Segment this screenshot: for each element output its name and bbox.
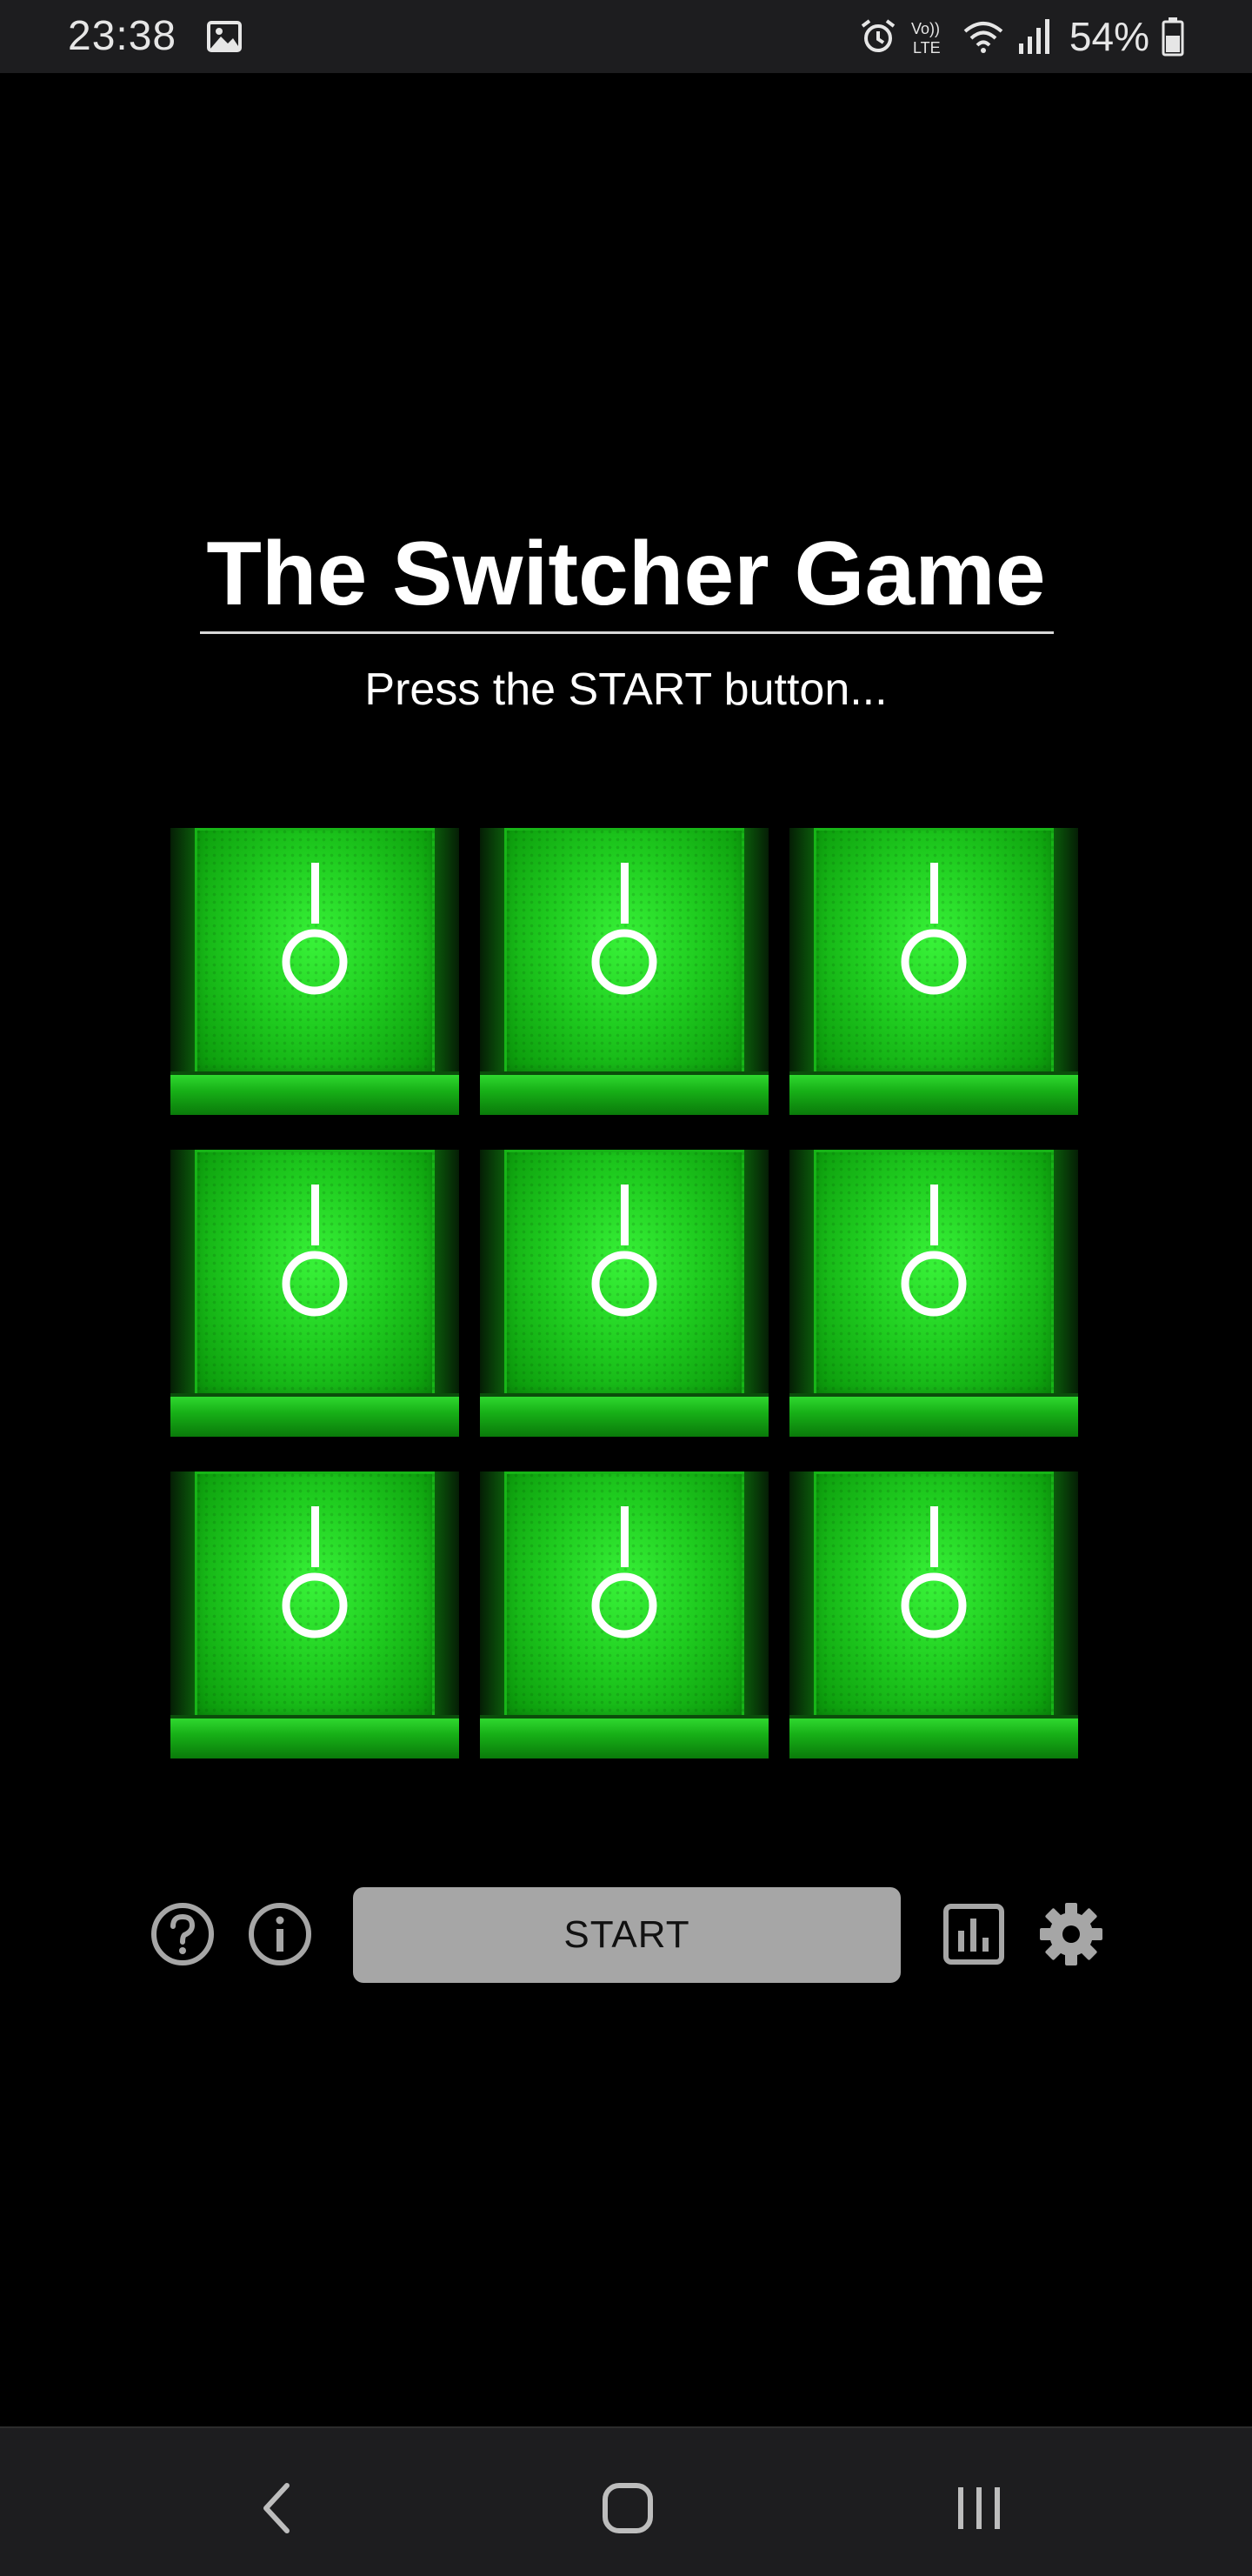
status-time: 23:38: [68, 13, 177, 59]
switch-side: [435, 1472, 459, 1724]
title-underline: [200, 631, 1054, 634]
power-symbol-icon: [591, 863, 657, 995]
svg-text:LTE: LTE: [913, 39, 941, 57]
status-bar: 23:38 Vo)) LTE 54%: [0, 0, 1252, 73]
help-icon[interactable]: [150, 1901, 216, 1967]
switch-6[interactable]: [789, 1145, 1078, 1437]
volte-icon: Vo)) LTE: [911, 20, 941, 57]
switch-grid: [170, 823, 1082, 1758]
switch-side: [480, 828, 504, 1080]
switch-5[interactable]: [480, 1145, 769, 1437]
power-symbol-icon: [901, 863, 967, 995]
recents-icon[interactable]: [944, 2473, 1014, 2543]
switch-side: [789, 1150, 814, 1402]
switch-side: [1054, 1150, 1078, 1402]
start-button[interactable]: START: [353, 1887, 901, 1983]
signal-icon: [1018, 19, 1049, 54]
switch-side: [789, 828, 814, 1080]
navigation-bar: [0, 2426, 1252, 2576]
switch-3[interactable]: [789, 823, 1078, 1115]
battery-icon: [1162, 17, 1184, 57]
switch-base: [480, 1393, 769, 1437]
switch-side: [744, 828, 769, 1080]
power-symbol-icon: [901, 1506, 967, 1638]
switch-9[interactable]: [789, 1466, 1078, 1758]
switch-base: [789, 1071, 1078, 1115]
game-title: The Switcher Game: [206, 524, 1046, 624]
switch-base: [170, 1715, 459, 1758]
power-symbol-icon: [591, 1185, 657, 1317]
power-symbol-icon: [901, 1185, 967, 1317]
switch-side: [1054, 1472, 1078, 1724]
power-symbol-icon: [282, 1506, 348, 1638]
switch-base: [170, 1393, 459, 1437]
switch-side: [1054, 828, 1078, 1080]
switch-base: [789, 1393, 1078, 1437]
game-subtitle: Press the START button...: [364, 664, 888, 715]
image-icon: [207, 21, 242, 52]
power-symbol-icon: [591, 1506, 657, 1638]
switch-2[interactable]: [480, 823, 769, 1115]
switch-base: [480, 1071, 769, 1115]
switch-8[interactable]: [480, 1466, 769, 1758]
power-symbol-icon: [282, 1185, 348, 1317]
info-icon[interactable]: [247, 1901, 313, 1967]
switch-side: [744, 1472, 769, 1724]
switch-side: [435, 828, 459, 1080]
switch-side: [170, 1150, 195, 1402]
switch-side: [170, 828, 195, 1080]
svg-text:Vo)): Vo)): [911, 20, 940, 37]
switch-base: [480, 1715, 769, 1758]
wifi-icon: [963, 22, 1003, 53]
battery-percent: 54%: [1069, 14, 1149, 59]
switch-1[interactable]: [170, 823, 459, 1115]
home-icon[interactable]: [593, 2473, 663, 2543]
switch-side: [170, 1472, 195, 1724]
back-icon[interactable]: [243, 2473, 313, 2543]
switch-base: [789, 1715, 1078, 1758]
power-symbol-icon: [282, 863, 348, 995]
switch-side: [480, 1150, 504, 1402]
alarm-icon: [861, 19, 896, 52]
switch-7[interactable]: [170, 1466, 459, 1758]
status-icons: Vo)) LTE 54%: [859, 10, 1184, 63]
switch-base: [170, 1071, 459, 1115]
stats-icon[interactable]: [941, 1901, 1007, 1967]
settings-icon[interactable]: [1038, 1901, 1104, 1967]
switch-side: [789, 1472, 814, 1724]
switch-side: [435, 1150, 459, 1402]
switch-4[interactable]: [170, 1145, 459, 1437]
switch-side: [744, 1150, 769, 1402]
switch-side: [480, 1472, 504, 1724]
